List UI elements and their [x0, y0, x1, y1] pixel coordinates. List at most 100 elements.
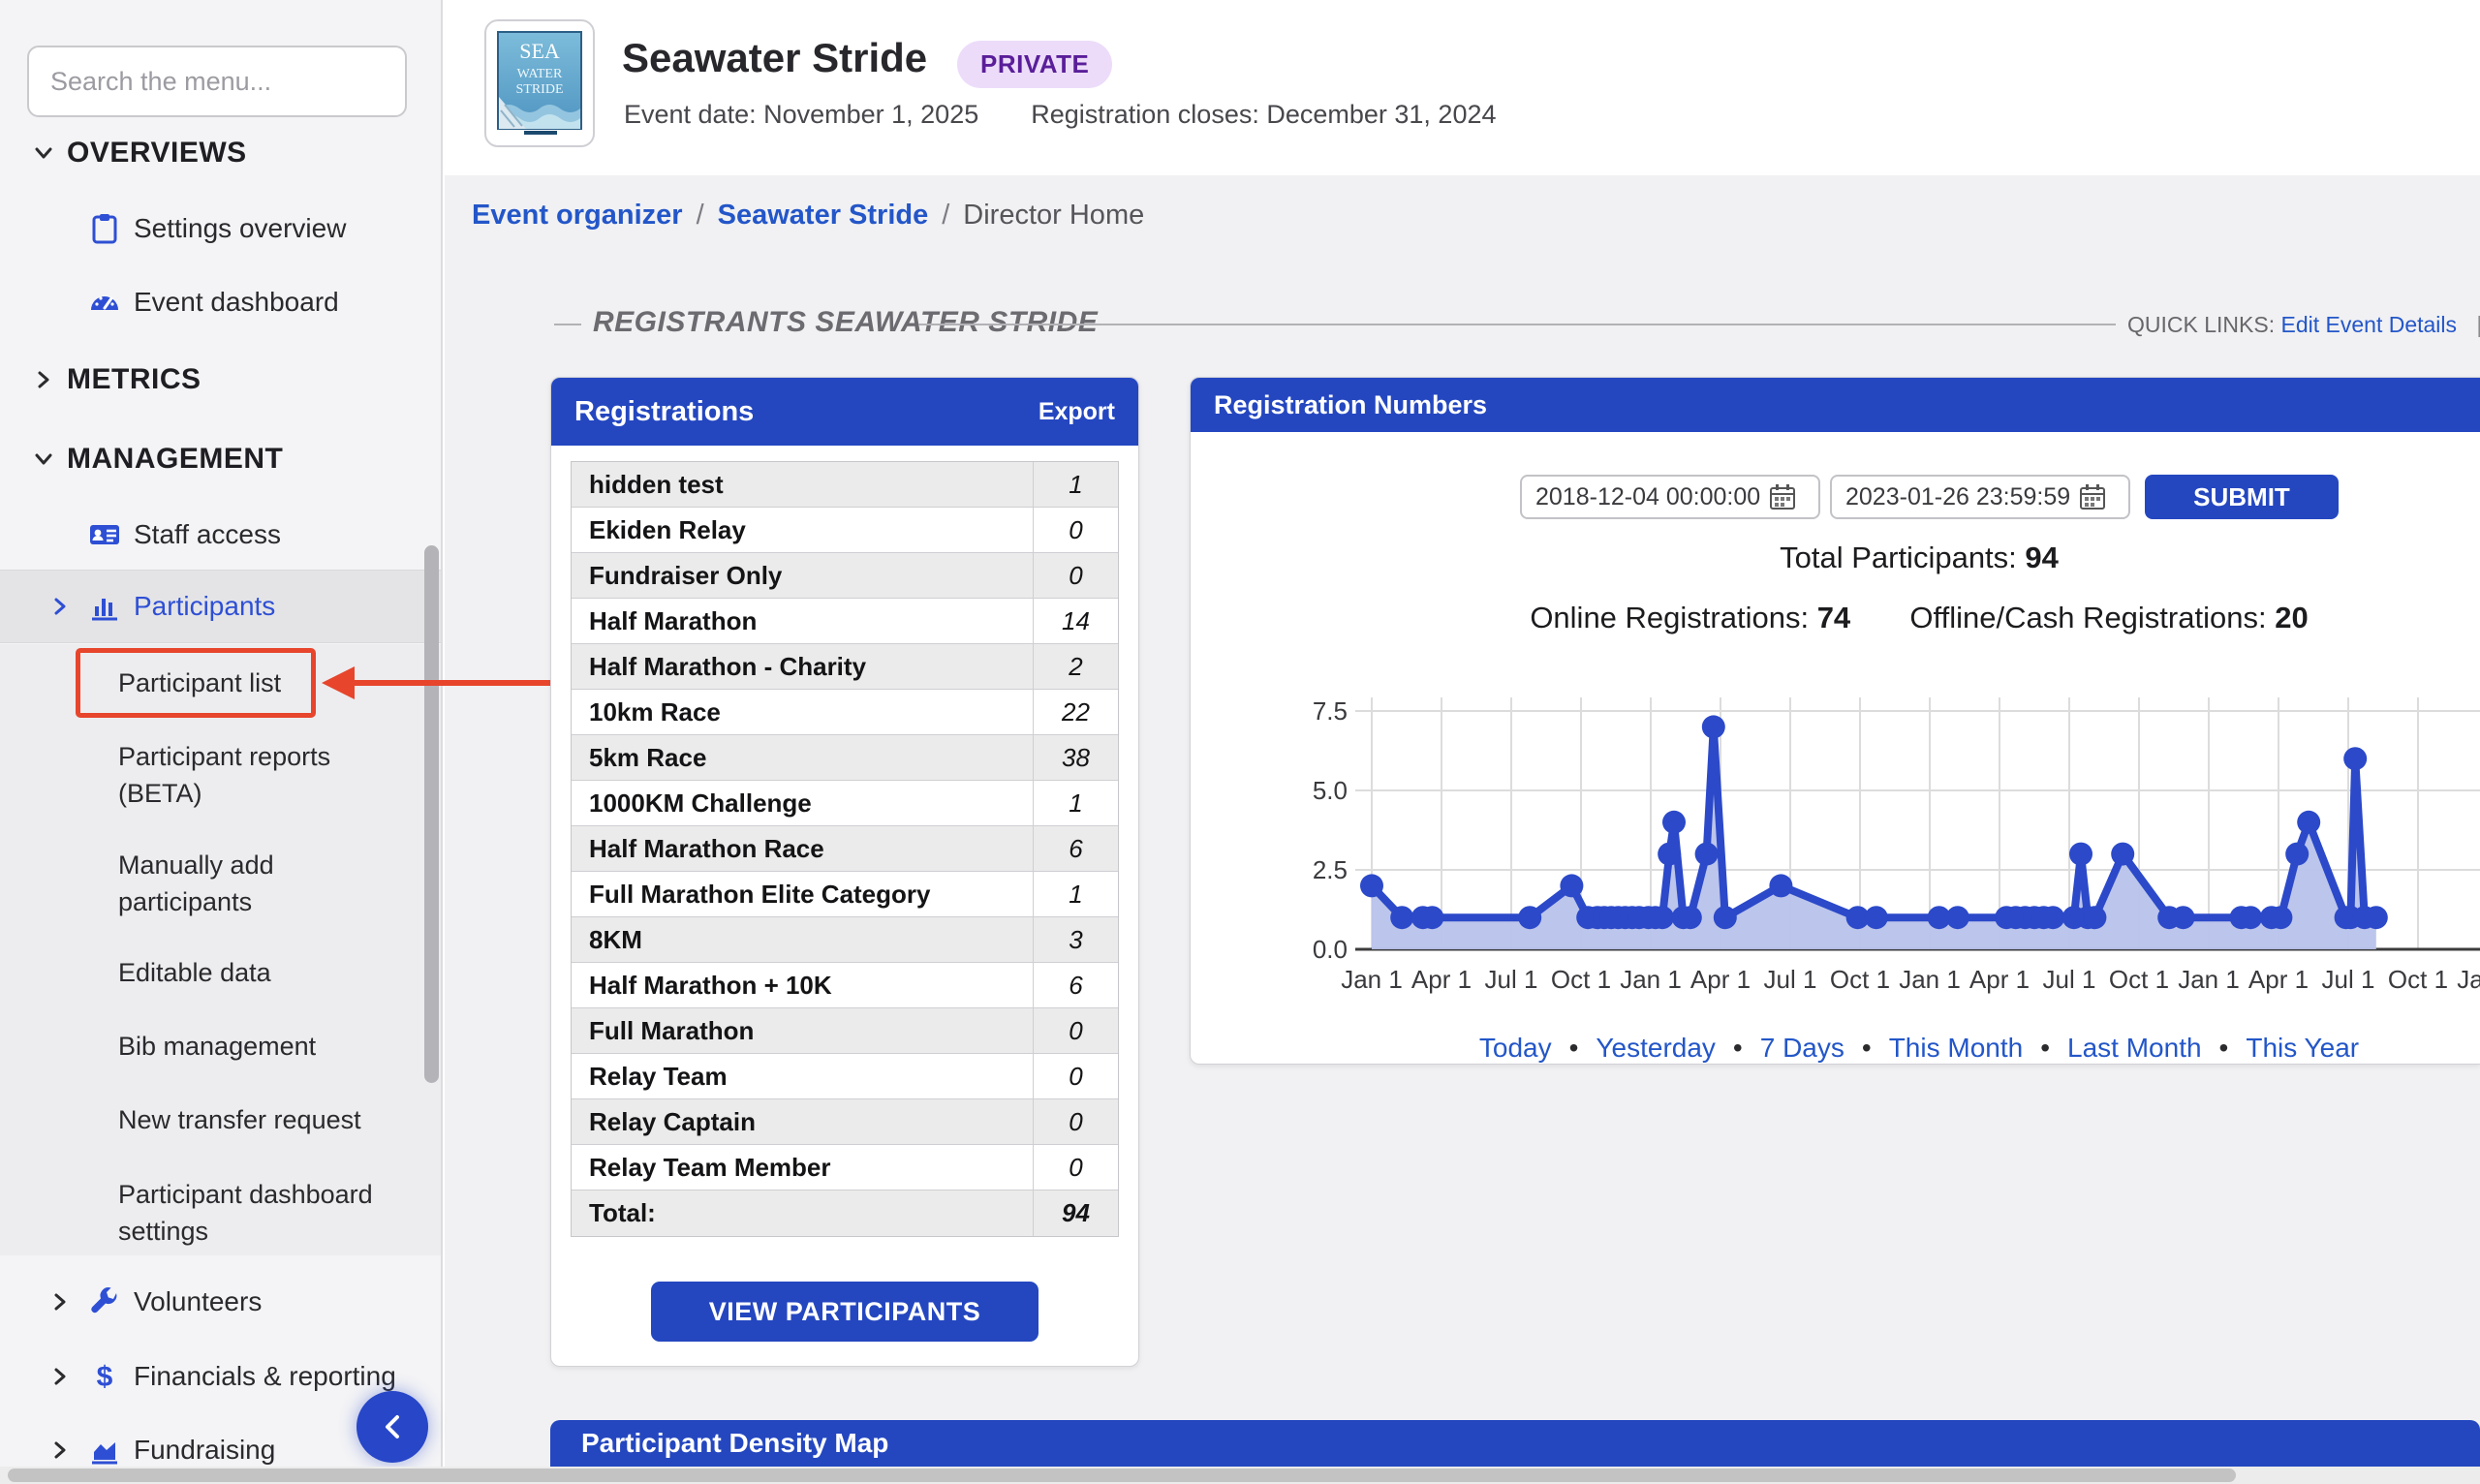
sidebar-subitem-label: Bib management	[118, 1028, 401, 1065]
submit-button[interactable]: SUBMIT	[2145, 475, 2339, 519]
total-participants-value: 94	[2025, 541, 2058, 574]
category-cell: Half Marathon - Charity	[572, 652, 1033, 682]
count-cell: 2	[1033, 644, 1118, 689]
breadcrumb-link-seawater-stride[interactable]: Seawater Stride	[718, 200, 929, 231]
dashboard-icon	[87, 285, 122, 320]
x-axis-tick-label: Apr 1	[2248, 965, 2309, 994]
range-link-separator: •	[2040, 1033, 2050, 1063]
edit-event-details-link[interactable]: Edit Event Details	[2281, 312, 2458, 337]
range-link-this-year[interactable]: This Year	[2246, 1033, 2359, 1063]
category-cell: 8KM	[572, 925, 1033, 955]
sidebar-subitem-participant-dashboard-settings[interactable]: Participant dashboard settings	[0, 1174, 443, 1252]
x-axis-tick-label: Oct 1	[2109, 965, 2169, 994]
event-logo: SEA WATER STRIDE	[484, 19, 595, 147]
offline-registrations-label: Offline/Cash Registrations:	[1909, 601, 2266, 634]
data-point	[1865, 906, 1888, 929]
time-range-links: Today • Yesterday • 7 Days • This Month • Last M…	[1191, 1033, 2480, 1064]
data-point	[2297, 811, 2320, 834]
breadcrumb-link-event-organizer[interactable]: Event organizer	[472, 200, 683, 231]
category-cell: Half Marathon Race	[572, 834, 1033, 864]
horizontal-scrollbar-thumb[interactable]	[8, 1469, 2236, 1482]
sidebar-section-metrics[interactable]: METRICS	[0, 353, 443, 407]
range-link-this-month[interactable]: This Month	[1889, 1033, 2024, 1063]
chevron-right-icon	[48, 595, 72, 618]
view-participants-button[interactable]: VIEW PARTICIPANTS	[651, 1282, 1038, 1342]
registrations-line-chart: 0.02.55.07.5Jan 1Apr 1Jul 1Oct 1Jan 1Apr…	[1299, 697, 2480, 1000]
sidebar-subitem-editable-data[interactable]: Editable data	[0, 943, 443, 1002]
date-from-input[interactable]: 2018-12-04 00:00:00	[1520, 475, 1820, 519]
total-participants-label: Total Participants:	[1780, 541, 2017, 574]
sidebar-item-event-dashboard[interactable]: Event dashboard	[0, 273, 443, 331]
category-cell: 1000KM Challenge	[572, 788, 1033, 819]
search-input[interactable]	[50, 67, 393, 97]
category-cell: hidden test	[572, 470, 1033, 500]
range-link-last-month[interactable]: Last Month	[2067, 1033, 2202, 1063]
sidebar: OVERVIEWS Settings overview Event dashboar…	[0, 0, 443, 1484]
sidebar-collapse-button[interactable]	[356, 1391, 428, 1463]
export-link[interactable]: Export	[1038, 398, 1115, 426]
x-axis-tick-label: Jan 1	[1899, 965, 1961, 994]
data-point	[1390, 906, 1413, 929]
dollar-icon: $	[87, 1359, 122, 1394]
data-point	[1658, 843, 1681, 866]
sidebar-item-label: Fundraising	[134, 1435, 275, 1466]
sidebar-item-staff-access[interactable]: Staff access	[0, 506, 443, 564]
range-link-today[interactable]: Today	[1479, 1033, 1552, 1063]
sidebar-subitem-bib-management[interactable]: Bib management	[0, 1017, 443, 1075]
x-axis-tick-label: Jul 1	[1485, 965, 1538, 994]
calendar-icon[interactable]	[2078, 482, 2107, 511]
range-link-7-days[interactable]: 7 Days	[1760, 1033, 1844, 1063]
data-point	[2269, 906, 2292, 929]
sidebar-search	[27, 46, 407, 117]
registrations-title: Registrations	[574, 396, 754, 428]
sidebar-subitem-label: Editable data	[118, 954, 401, 991]
quick-links-separator: |	[2476, 312, 2480, 337]
participant-density-map-header: Participant Density Map	[550, 1420, 2480, 1467]
sidebar-item-settings-overview[interactable]: Settings overview	[0, 200, 443, 258]
data-point	[1560, 874, 1583, 897]
data-point	[1714, 906, 1737, 929]
data-point	[1662, 811, 1686, 834]
sidebar-subitem-new-transfer-request[interactable]: New transfer request	[0, 1091, 443, 1149]
data-point	[1518, 906, 1541, 929]
x-axis-tick-label: Jan 1	[2178, 965, 2240, 994]
sidebar-section-management[interactable]: MANAGEMENT	[0, 432, 443, 486]
table-row: Relay Team Member0	[572, 1145, 1118, 1190]
quick-links-label: QUICK LINKS:	[2127, 312, 2275, 337]
x-axis-tick-label: Jan 1	[1341, 965, 1403, 994]
horizontal-scrollbar-track[interactable]	[0, 1467, 2480, 1484]
category-cell: Total:	[572, 1198, 1033, 1228]
chevron-right-icon	[48, 1438, 72, 1462]
sidebar-subitem-participant-reports-beta[interactable]: Participant reports (BETA)	[0, 736, 443, 814]
chevron-down-icon	[32, 141, 55, 165]
table-row: Relay Captain0	[572, 1099, 1118, 1145]
range-link-separator: •	[1733, 1033, 1743, 1063]
sidebar-item-participants[interactable]: Participants	[0, 570, 443, 643]
sidebar-scrollbar-thumb[interactable]	[424, 545, 439, 1083]
table-row: Half Marathon - Charity2	[572, 644, 1118, 690]
range-link-separator: •	[1569, 1033, 1579, 1063]
table-row: Half Marathon14	[572, 599, 1118, 644]
range-link-separator: •	[1862, 1033, 1872, 1063]
svg-text:WATER: WATER	[517, 67, 563, 81]
sidebar-section-overviews[interactable]: OVERVIEWS	[0, 126, 443, 180]
x-axis-tick-label: Oct 1	[1551, 965, 1611, 994]
table-row: Half Marathon + 10K6	[572, 963, 1118, 1008]
section-title: REGISTRANTS SEAWATER STRIDE	[593, 306, 1098, 339]
category-cell: 5km Race	[572, 743, 1033, 773]
calendar-icon[interactable]	[1768, 482, 1797, 511]
count-cell: 6	[1033, 826, 1118, 871]
range-link-yesterday[interactable]: Yesterday	[1596, 1033, 1716, 1063]
breadcrumb: Event organizer/Seawater Stride/Director…	[472, 200, 1144, 232]
event-meta: Event date: November 1, 2025 Registratio…	[624, 100, 1497, 130]
sidebar-item-volunteers[interactable]: Volunteers	[0, 1273, 443, 1331]
table-row: 1000KM Challenge1	[572, 781, 1118, 826]
count-cell: 0	[1033, 553, 1118, 598]
data-point	[1769, 874, 1792, 897]
annotation-arrow-icon	[320, 659, 554, 707]
date-to-input[interactable]: 2023-01-26 23:59:59	[1830, 475, 2130, 519]
data-point	[2343, 747, 2367, 770]
y-axis-tick-label: 0.0	[1313, 935, 1348, 964]
sidebar-item-label: Settings overview	[134, 213, 346, 244]
sidebar-subitem-manually-add-participants[interactable]: Manually add participants	[0, 845, 443, 922]
